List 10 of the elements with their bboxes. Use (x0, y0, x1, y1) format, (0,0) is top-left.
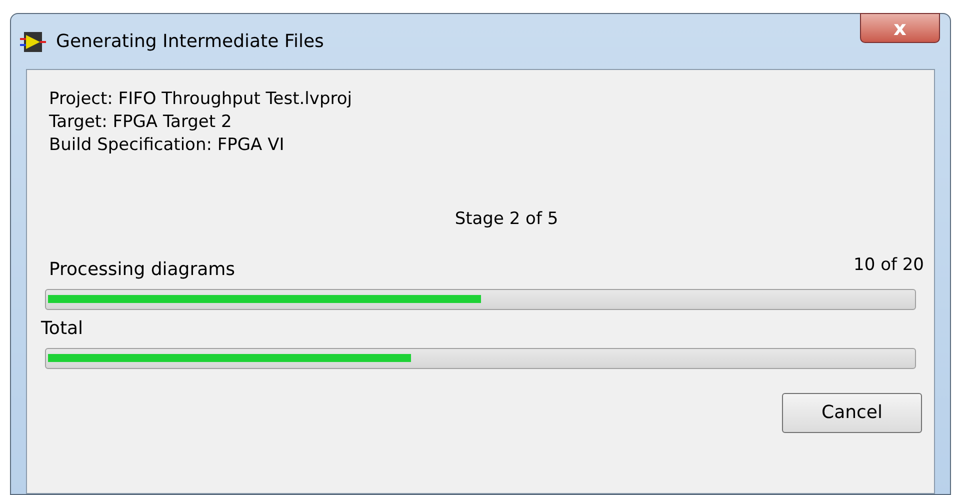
window-title: Generating Intermediate Files (56, 30, 324, 54)
info-line: Project: FIFO Throughput Test.lvproj (49, 88, 353, 111)
stage-label: Stage 2 of 5 (454, 208, 558, 231)
cancel-button[interactable]: Cancel (782, 392, 922, 432)
progress-label: Total (41, 316, 84, 340)
info-line: Build Specification: FPGA VI (49, 134, 286, 157)
info-line: Target: FPGA Target 2 (49, 111, 233, 134)
progress-label: Processing diagrams (49, 258, 236, 282)
app-icon (20, 30, 46, 52)
progress-count: 10 of 20 (854, 254, 924, 276)
